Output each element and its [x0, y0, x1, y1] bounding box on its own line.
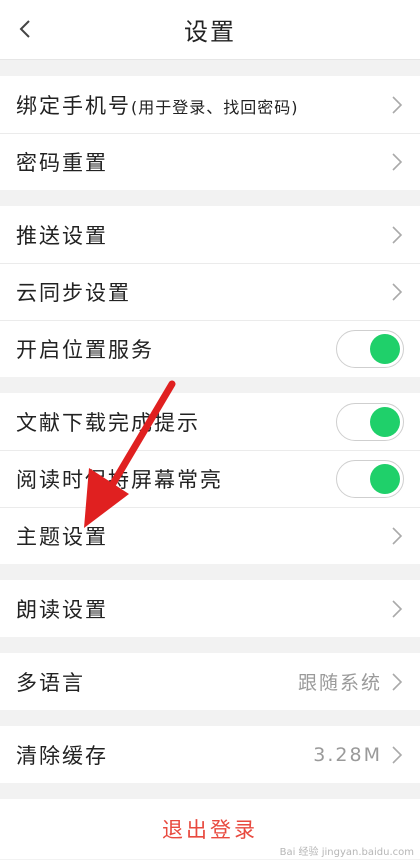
- row-clear-cache[interactable]: 清除缓存 3.28M: [0, 726, 420, 783]
- settings-group-account: 绑定手机号(用于登录、找回密码) 密码重置: [0, 76, 420, 190]
- settings-group-tts: 朗读设置: [0, 580, 420, 637]
- row-read-aloud[interactable]: 朗读设置: [0, 580, 420, 637]
- page-title: 设置: [184, 18, 236, 46]
- row-bind-phone[interactable]: 绑定手机号(用于登录、找回密码): [0, 76, 420, 133]
- row-label: 绑定手机号(用于登录、找回密码): [16, 93, 299, 118]
- section-gap: [0, 377, 420, 393]
- row-label: 云同步设置: [16, 280, 131, 305]
- chevron-right-icon: [392, 95, 403, 114]
- row-label: 多语言: [16, 670, 85, 695]
- row-label: 主题设置: [16, 524, 108, 549]
- row-push-settings[interactable]: 推送设置: [0, 206, 420, 263]
- settings-group-reading: 文献下载完成提示 阅读时保持屏幕常亮 主题设置: [0, 393, 420, 564]
- row-keep-screen-on: 阅读时保持屏幕常亮: [0, 450, 420, 507]
- chevron-left-icon[interactable]: [12, 14, 42, 44]
- row-label: 密码重置: [16, 150, 108, 175]
- row-label: 开启位置服务: [16, 337, 154, 362]
- watermark: Bai 经验 jingyan.baidu.com: [279, 847, 414, 858]
- toggle-knob: [370, 333, 400, 364]
- location-toggle[interactable]: [336, 329, 404, 368]
- chevron-right-icon: [392, 672, 403, 691]
- row-password-reset[interactable]: 密码重置: [0, 133, 420, 190]
- section-gap: [0, 564, 420, 580]
- row-language[interactable]: 多语言 跟随系统: [0, 653, 420, 710]
- row-cloud-sync[interactable]: 云同步设置: [0, 263, 420, 320]
- chevron-right-icon: [392, 225, 403, 244]
- logout-label: 退出登录: [162, 818, 258, 842]
- chevron-right-icon: [392, 526, 403, 545]
- section-gap: [0, 637, 420, 653]
- settings-group-cache: 清除缓存 3.28M: [0, 726, 420, 783]
- row-value: 跟随系统: [297, 672, 382, 694]
- row-location-service: 开启位置服务: [0, 320, 420, 377]
- settings-group-language: 多语言 跟随系统: [0, 653, 420, 710]
- toggle-knob: [370, 463, 400, 494]
- row-download-notify: 文献下载完成提示: [0, 393, 420, 450]
- row-label: 清除缓存: [16, 743, 108, 768]
- row-label-sub: (用于登录、找回密码): [131, 97, 299, 117]
- chevron-right-icon: [392, 599, 403, 618]
- row-label: 推送设置: [16, 223, 108, 248]
- chevron-right-icon: [392, 745, 403, 764]
- row-label: 阅读时保持屏幕常亮: [16, 467, 223, 492]
- row-theme-settings[interactable]: 主题设置: [0, 507, 420, 564]
- keep-screen-on-toggle[interactable]: [336, 459, 404, 498]
- row-label: 朗读设置: [16, 597, 108, 622]
- download-notify-toggle[interactable]: [336, 402, 404, 441]
- section-gap: [0, 60, 420, 76]
- section-gap: [0, 190, 420, 206]
- chevron-right-icon: [392, 152, 403, 171]
- nav-bar: 设置: [0, 0, 420, 60]
- section-gap: [0, 710, 420, 726]
- row-value: 3.28M: [313, 743, 382, 766]
- toggle-knob: [370, 406, 400, 437]
- row-label: 文献下载完成提示: [16, 410, 200, 435]
- section-gap: [0, 783, 420, 799]
- chevron-right-icon: [392, 282, 403, 301]
- settings-group-sync: 推送设置 云同步设置 开启位置服务: [0, 206, 420, 377]
